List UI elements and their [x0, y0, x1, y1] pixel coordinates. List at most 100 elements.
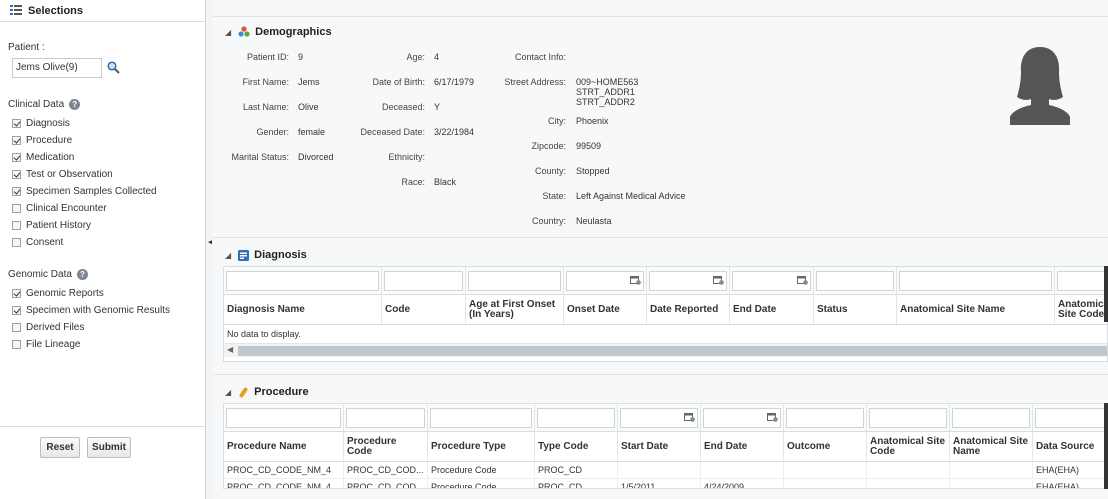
- column-header[interactable]: Diagnosis Name: [224, 295, 382, 324]
- scrollbar[interactable]: [1104, 403, 1108, 489]
- submit-button[interactable]: Submit: [87, 437, 131, 458]
- unchecked-checkbox[interactable]: [12, 323, 21, 332]
- procedure-header[interactable]: ◢ Procedure: [225, 386, 309, 398]
- filter-cell: [701, 404, 784, 431]
- column-header[interactable]: Procedure Code: [344, 432, 428, 461]
- column-header[interactable]: Start Date: [618, 432, 701, 461]
- collapse-triangle-icon[interactable]: ◢: [225, 28, 231, 37]
- calendar-icon[interactable]: [713, 275, 724, 285]
- unchecked-checkbox[interactable]: [12, 238, 21, 247]
- column-header[interactable]: Outcome: [784, 432, 867, 461]
- checked-checkbox[interactable]: [12, 289, 21, 298]
- scroll-thumb[interactable]: [238, 346, 1107, 356]
- checkbox-item[interactable]: Patient History: [12, 220, 91, 231]
- checkbox-item[interactable]: File Lineage: [12, 339, 80, 350]
- checkbox-item[interactable]: Derived Files: [12, 322, 84, 333]
- filter-input[interactable]: [346, 408, 425, 428]
- diagnosis-header[interactable]: ◢ Diagnosis: [225, 249, 307, 261]
- checked-checkbox[interactable]: [12, 153, 21, 162]
- column-header[interactable]: End Date: [701, 432, 784, 461]
- filter-input[interactable]: [816, 271, 894, 291]
- checked-checkbox[interactable]: [12, 170, 21, 179]
- filter-input[interactable]: [566, 271, 644, 291]
- scroll-left-icon[interactable]: ◀: [227, 345, 233, 354]
- collapse-triangle-icon[interactable]: ◢: [225, 388, 231, 397]
- filter-input[interactable]: [869, 408, 947, 428]
- filter-cell: [382, 267, 466, 294]
- column-header[interactable]: Anatomical Site Code: [1055, 295, 1107, 324]
- help-icon[interactable]: ?: [69, 99, 81, 110]
- filter-cell: [535, 404, 618, 431]
- scrollbar[interactable]: [1104, 266, 1108, 322]
- checkbox-item[interactable]: Specimen Samples Collected: [12, 186, 157, 197]
- collapse-triangle-icon[interactable]: ◢: [225, 251, 231, 260]
- divider: [0, 426, 206, 427]
- table-cell: 4/24/2009: [701, 479, 784, 488]
- unchecked-checkbox[interactable]: [12, 221, 21, 230]
- reset-button[interactable]: Reset: [40, 437, 80, 458]
- column-header[interactable]: Onset Date: [564, 295, 647, 324]
- column-header[interactable]: Anatomical Site Name: [950, 432, 1033, 461]
- calendar-icon[interactable]: [797, 275, 808, 285]
- filter-input[interactable]: [952, 408, 1030, 428]
- filter-input[interactable]: [732, 271, 811, 291]
- column-header[interactable]: Data Source: [1033, 432, 1107, 461]
- filter-input[interactable]: [1035, 408, 1106, 428]
- empty-message: No data to display.: [227, 329, 301, 339]
- checked-checkbox[interactable]: [12, 187, 21, 196]
- checked-checkbox[interactable]: [12, 119, 21, 128]
- selections-icon: [10, 5, 22, 15]
- filter-input[interactable]: [384, 271, 463, 291]
- filter-input[interactable]: [468, 271, 561, 291]
- table-row[interactable]: PROC_CD_CODE_NM_4 PROC_CD_COD... Procedure…: [224, 479, 1107, 488]
- checkbox-item[interactable]: Consent: [12, 237, 63, 248]
- filter-input[interactable]: [620, 408, 698, 428]
- column-header[interactable]: Type Code: [535, 432, 618, 461]
- filter-input[interactable]: [899, 271, 1052, 291]
- selections-panel: Selections Patient : Jems Olive(9) Clini…: [0, 0, 206, 499]
- column-header[interactable]: Code: [382, 295, 466, 324]
- filter-cell: [1055, 267, 1107, 294]
- column-header[interactable]: Age at First Onset (In Years): [466, 295, 564, 324]
- genomic-data-heading: Genomic Data ?: [8, 269, 88, 280]
- demographics-header[interactable]: ◢ Demographics: [225, 26, 332, 38]
- filter-input[interactable]: [1057, 271, 1107, 291]
- field-label: Country:: [531, 216, 566, 226]
- table-row[interactable]: PROC_CD_CODE_NM_4 PROC_CD_COD... Procedure…: [224, 462, 1107, 479]
- checkbox-item[interactable]: Medication: [12, 152, 74, 163]
- filter-input[interactable]: [226, 271, 379, 291]
- column-header[interactable]: Date Reported: [647, 295, 730, 324]
- field-label: City:: [548, 116, 566, 126]
- checkbox-item[interactable]: Procedure: [12, 135, 72, 146]
- column-header[interactable]: Anatomical Site Code: [867, 432, 950, 461]
- checked-checkbox[interactable]: [12, 136, 21, 145]
- calendar-icon[interactable]: [630, 275, 641, 285]
- column-header[interactable]: End Date: [730, 295, 814, 324]
- unchecked-checkbox[interactable]: [12, 204, 21, 213]
- table-cell: [867, 479, 950, 488]
- filter-input[interactable]: [537, 408, 615, 428]
- column-header[interactable]: Procedure Type: [428, 432, 535, 461]
- column-header[interactable]: Anatomical Site Name: [897, 295, 1055, 324]
- column-header[interactable]: Status: [814, 295, 897, 324]
- calendar-icon[interactable]: [684, 412, 695, 422]
- checkbox-item[interactable]: Test or Observation: [12, 169, 113, 180]
- calendar-icon[interactable]: [767, 412, 778, 422]
- filter-input[interactable]: [649, 271, 727, 291]
- filter-input[interactable]: [786, 408, 864, 428]
- filter-input[interactable]: [430, 408, 532, 428]
- checkbox-item[interactable]: Genomic Reports: [12, 288, 104, 299]
- patient-field[interactable]: Jems Olive(9): [12, 58, 102, 78]
- checkbox-item[interactable]: Diagnosis: [12, 118, 70, 129]
- checkbox-item[interactable]: Clinical Encounter: [12, 203, 107, 214]
- column-header[interactable]: Procedure Name: [224, 432, 344, 461]
- filter-input[interactable]: [703, 408, 781, 428]
- checkbox-label: Clinical Encounter: [26, 203, 107, 214]
- unchecked-checkbox[interactable]: [12, 340, 21, 349]
- help-icon[interactable]: ?: [76, 269, 88, 280]
- checked-checkbox[interactable]: [12, 306, 21, 315]
- filter-input[interactable]: [226, 408, 341, 428]
- horizontal-scrollbar[interactable]: ◀: [224, 343, 1107, 357]
- checkbox-item[interactable]: Specimen with Genomic Results: [12, 305, 170, 316]
- search-icon[interactable]: [107, 61, 120, 74]
